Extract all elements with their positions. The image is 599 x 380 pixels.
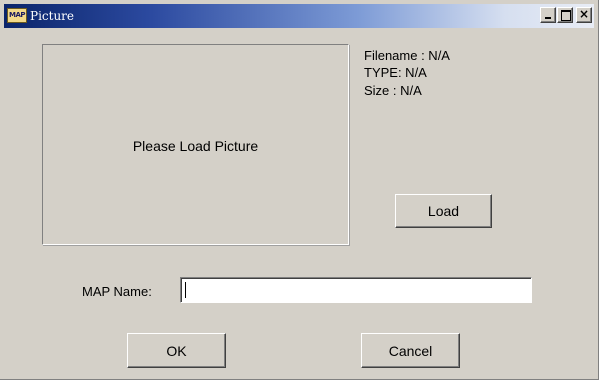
map-name-input[interactable] [180,277,532,303]
minimize-button[interactable] [540,7,556,23]
type-info: TYPE: N/A [364,65,427,80]
size-info: Size : N/A [364,83,422,98]
close-button[interactable]: × [576,7,592,23]
maximize-icon [561,10,571,21]
cancel-button[interactable]: Cancel [361,333,460,368]
minimize-icon [545,17,551,19]
map-app-icon: MAP [7,8,27,23]
ok-button[interactable]: OK [127,333,226,368]
maximize-button[interactable] [557,7,573,23]
filename-info: Filename : N/A [364,48,450,63]
text-caret [185,282,186,298]
window-title: Picture [30,9,75,23]
map-name-label: MAP Name: [82,284,152,299]
load-button[interactable]: Load [395,194,492,228]
picture-preview-area: Please Load Picture [42,44,349,245]
title-bar[interactable]: MAP Picture × [4,4,594,28]
close-icon: × [578,7,590,21]
picture-dialog: MAP Picture × Please Load Picture Filena… [0,0,599,380]
preview-placeholder-text: Please Load Picture [132,138,259,154]
